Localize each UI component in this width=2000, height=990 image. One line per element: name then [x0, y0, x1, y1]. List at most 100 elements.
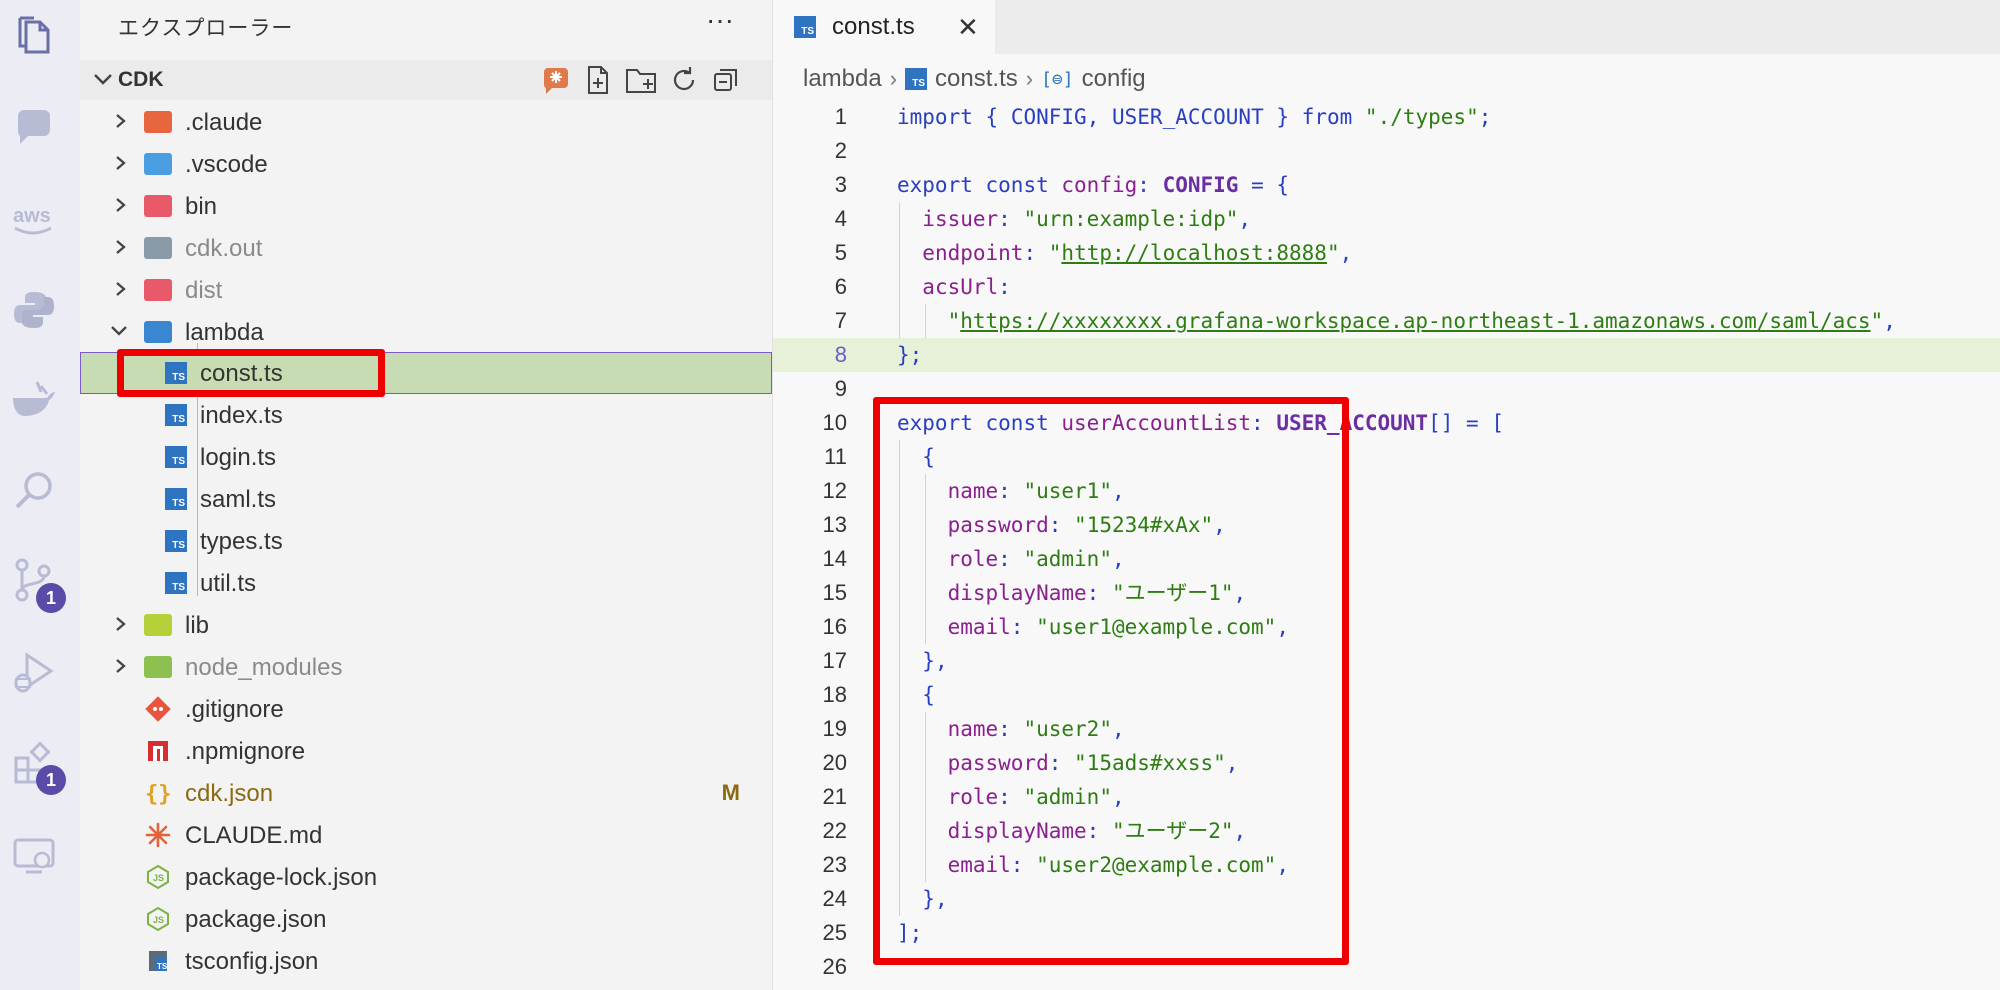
folder-icon: [144, 654, 172, 680]
workspace-section-header[interactable]: CDK: [80, 60, 772, 100]
tree-file-login-ts[interactable]: TS login.ts: [80, 436, 772, 478]
tree-file-gitignore[interactable]: .gitignore: [80, 688, 772, 730]
new-file-icon[interactable]: [582, 64, 614, 101]
tree-folder-vscode[interactable]: .vscode: [80, 143, 772, 185]
tree-file-package-json[interactable]: JS package.json: [80, 898, 772, 940]
claude-icon[interactable]: [540, 64, 572, 101]
more-actions-button[interactable]: ···: [706, 4, 734, 36]
tree-file-types-ts[interactable]: TS types.ts: [80, 520, 772, 562]
typescript-file-icon: TS: [162, 570, 190, 596]
line-number: 6: [834, 274, 847, 299]
typescript-file-icon: TS: [162, 486, 190, 512]
python-icon[interactable]: [10, 286, 58, 334]
line-number: 8: [834, 342, 847, 367]
line-number: 19: [822, 716, 847, 741]
tree-file-util-ts[interactable]: TS util.ts: [80, 562, 772, 604]
editor-area: TS const.ts ✕ lambda › TS const.ts › [⊜]…: [773, 0, 2000, 990]
line-number: 18: [822, 682, 847, 707]
tree-file-cdk-json[interactable]: {} cdk.json M: [80, 772, 772, 814]
tree-file-tsconfig-json[interactable]: TS tsconfig.json: [80, 940, 772, 982]
line-number: 7: [834, 308, 847, 333]
tree-file-claude-md[interactable]: CLAUDE.md: [80, 814, 772, 856]
code-line[interactable]: 2: [773, 134, 2000, 168]
search-icon[interactable]: [10, 466, 58, 514]
folder-icon: [144, 109, 172, 135]
folder-color-swatch: [144, 321, 172, 343]
git-icon: [144, 696, 172, 722]
code-text: acsUrl:: [922, 275, 1011, 299]
code-line[interactable]: 5 endpoint: "http://localhost:8888",: [773, 236, 2000, 270]
code-line[interactable]: 1 import { CONFIG, USER_ACCOUNT } from ".…: [773, 100, 2000, 134]
line-number: 1: [834, 104, 847, 129]
chevron-down-icon: [90, 64, 116, 99]
tree-file-npmignore[interactable]: .npmignore: [80, 730, 772, 772]
code-line[interactable]: 8};: [773, 338, 2000, 372]
chevron-right-icon: ›: [889, 66, 898, 91]
folder-color-swatch: [144, 195, 172, 217]
tree-item-label: lib: [185, 612, 210, 639]
tree-folder-claude[interactable]: .claude: [80, 101, 772, 143]
chevron-right-icon: [110, 275, 130, 308]
line-number: 11: [824, 444, 847, 469]
tree-item-label: dist: [185, 277, 223, 304]
line-number: 2: [834, 138, 847, 163]
chat-icon[interactable]: [10, 104, 58, 152]
claude-icon: [144, 822, 172, 848]
code-line[interactable]: 7 "https://xxxxxxxx.grafana-workspace.ap…: [773, 304, 2000, 338]
files-icon[interactable]: [10, 12, 58, 60]
tab-const-ts[interactable]: TS const.ts ✕: [773, 0, 995, 54]
json-icon: {}: [144, 780, 172, 806]
line-number: 3: [834, 172, 847, 197]
aws-icon[interactable]: aws: [10, 196, 58, 244]
docker-icon[interactable]: [10, 376, 58, 424]
folder-color-swatch: [144, 153, 172, 175]
folder-color-swatch: [144, 279, 172, 301]
tree-item-label: package.json: [185, 906, 327, 933]
tree-file-index-ts[interactable]: TS index.ts: [80, 394, 772, 436]
new-folder-icon[interactable]: [624, 64, 658, 101]
remote-explorer-icon[interactable]: [10, 832, 58, 880]
tree-item-label: login.ts: [200, 444, 277, 471]
line-number: 4: [834, 206, 847, 231]
tree-folder-node-modules[interactable]: node_modules: [80, 646, 772, 688]
tree-file-package-lock-json[interactable]: JS package-lock.json: [80, 856, 772, 898]
line-number: 14: [822, 546, 847, 571]
code-line[interactable]: 3 export const config: CONFIG = {: [773, 168, 2000, 202]
breadcrumb-symbol[interactable]: config: [1082, 65, 1146, 93]
tab-label: const.ts: [832, 13, 915, 40]
explorer-title: エクスプローラー: [118, 17, 294, 40]
tree-file-saml-ts[interactable]: TS saml.ts: [80, 478, 772, 520]
collapse-all-icon[interactable]: [710, 64, 742, 101]
code-text: import { CONFIG, USER_ACCOUNT } from "./…: [897, 105, 1492, 129]
line-number: 16: [822, 614, 847, 639]
code-text: issuer: "urn:example:idp",: [922, 207, 1252, 231]
typescript-file-icon: TS: [162, 444, 190, 470]
folder-icon: [144, 151, 172, 177]
tree-folder-lambda[interactable]: lambda: [80, 311, 772, 353]
code-line[interactable]: 4 issuer: "urn:example:idp",: [773, 202, 2000, 236]
breadcrumb-folder[interactable]: lambda: [803, 65, 882, 93]
editor-tab-bar: TS const.ts ✕: [773, 0, 2000, 54]
npm-icon: [144, 738, 172, 764]
line-number: 10: [822, 410, 847, 435]
code-text: "https://xxxxxxxx.grafana-workspace.ap-n…: [947, 309, 1896, 333]
nodejs-icon: JS: [144, 906, 172, 932]
folder-icon: [144, 235, 172, 261]
run-debug-icon[interactable]: [10, 648, 58, 696]
folder-color-swatch: [144, 237, 172, 259]
folder-color-swatch: [144, 111, 172, 133]
tree-folder-lib[interactable]: lib: [80, 604, 772, 646]
tree-item-label: index.ts: [200, 402, 283, 429]
tree-folder-cdk-out[interactable]: cdk.out: [80, 227, 772, 269]
close-tab-icon[interactable]: ✕: [957, 12, 979, 43]
breadcrumb: lambda › TS const.ts › [⊜] config: [803, 64, 1146, 94]
breadcrumb-file[interactable]: const.ts: [935, 65, 1018, 93]
tree-folder-bin[interactable]: bin: [80, 185, 772, 227]
chevron-right-icon: [110, 610, 130, 643]
typescript-file-icon: TS: [905, 68, 928, 90]
tree-folder-dist[interactable]: dist: [80, 269, 772, 311]
refresh-icon[interactable]: [668, 64, 700, 101]
code-line[interactable]: 6 acsUrl:: [773, 270, 2000, 304]
tree-item-label: bin: [185, 193, 218, 220]
workspace-name: CDK: [118, 68, 164, 91]
